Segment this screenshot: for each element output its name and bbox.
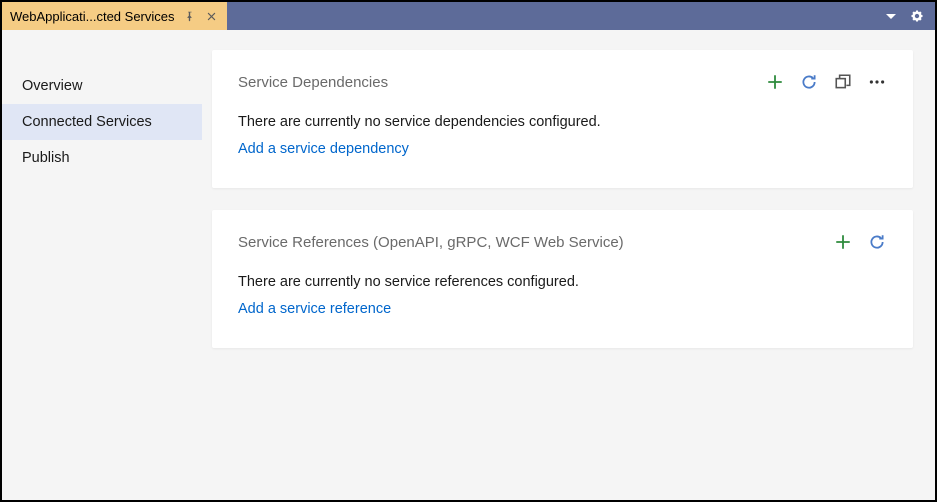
- main-panel: Service Dependencies There ar: [202, 30, 935, 500]
- card-actions: [765, 72, 887, 92]
- card-title: Service References (OpenAPI, gRPC, WCF W…: [238, 234, 624, 251]
- restore-icon[interactable]: [833, 72, 853, 92]
- tab-title: WebApplicati...cted Services: [10, 9, 175, 24]
- titlebar: WebApplicati...cted Services: [2, 2, 935, 30]
- add-icon[interactable]: [765, 72, 785, 92]
- add-service-dependency-link[interactable]: Add a service dependency: [238, 141, 409, 157]
- document-tab[interactable]: WebApplicati...cted Services: [2, 2, 227, 30]
- empty-state-text: There are currently no service dependenc…: [238, 114, 887, 130]
- service-references-card: Service References (OpenAPI, gRPC, WCF W…: [212, 210, 913, 348]
- service-dependencies-card: Service Dependencies There ar: [212, 50, 913, 188]
- refresh-icon[interactable]: [799, 72, 819, 92]
- sidebar-item-publish[interactable]: Publish: [2, 140, 202, 176]
- sidebar-item-connected-services[interactable]: Connected Services: [2, 104, 202, 140]
- card-header: Service Dependencies: [238, 72, 887, 92]
- titlebar-controls: [883, 8, 935, 24]
- close-icon[interactable]: [205, 9, 219, 23]
- sidebar-item-overview[interactable]: Overview: [2, 68, 202, 104]
- window-position-icon[interactable]: [883, 8, 899, 24]
- add-service-reference-link[interactable]: Add a service reference: [238, 301, 391, 317]
- content-area: Overview Connected Services Publish Serv…: [2, 30, 935, 500]
- pin-icon[interactable]: [183, 9, 197, 23]
- more-icon[interactable]: [867, 72, 887, 92]
- gear-icon[interactable]: [909, 8, 925, 24]
- card-actions: [833, 232, 887, 252]
- refresh-icon[interactable]: [867, 232, 887, 252]
- empty-state-text: There are currently no service reference…: [238, 274, 887, 290]
- card-header: Service References (OpenAPI, gRPC, WCF W…: [238, 232, 887, 252]
- sidebar: Overview Connected Services Publish: [2, 30, 202, 500]
- card-title: Service Dependencies: [238, 74, 388, 91]
- add-icon[interactable]: [833, 232, 853, 252]
